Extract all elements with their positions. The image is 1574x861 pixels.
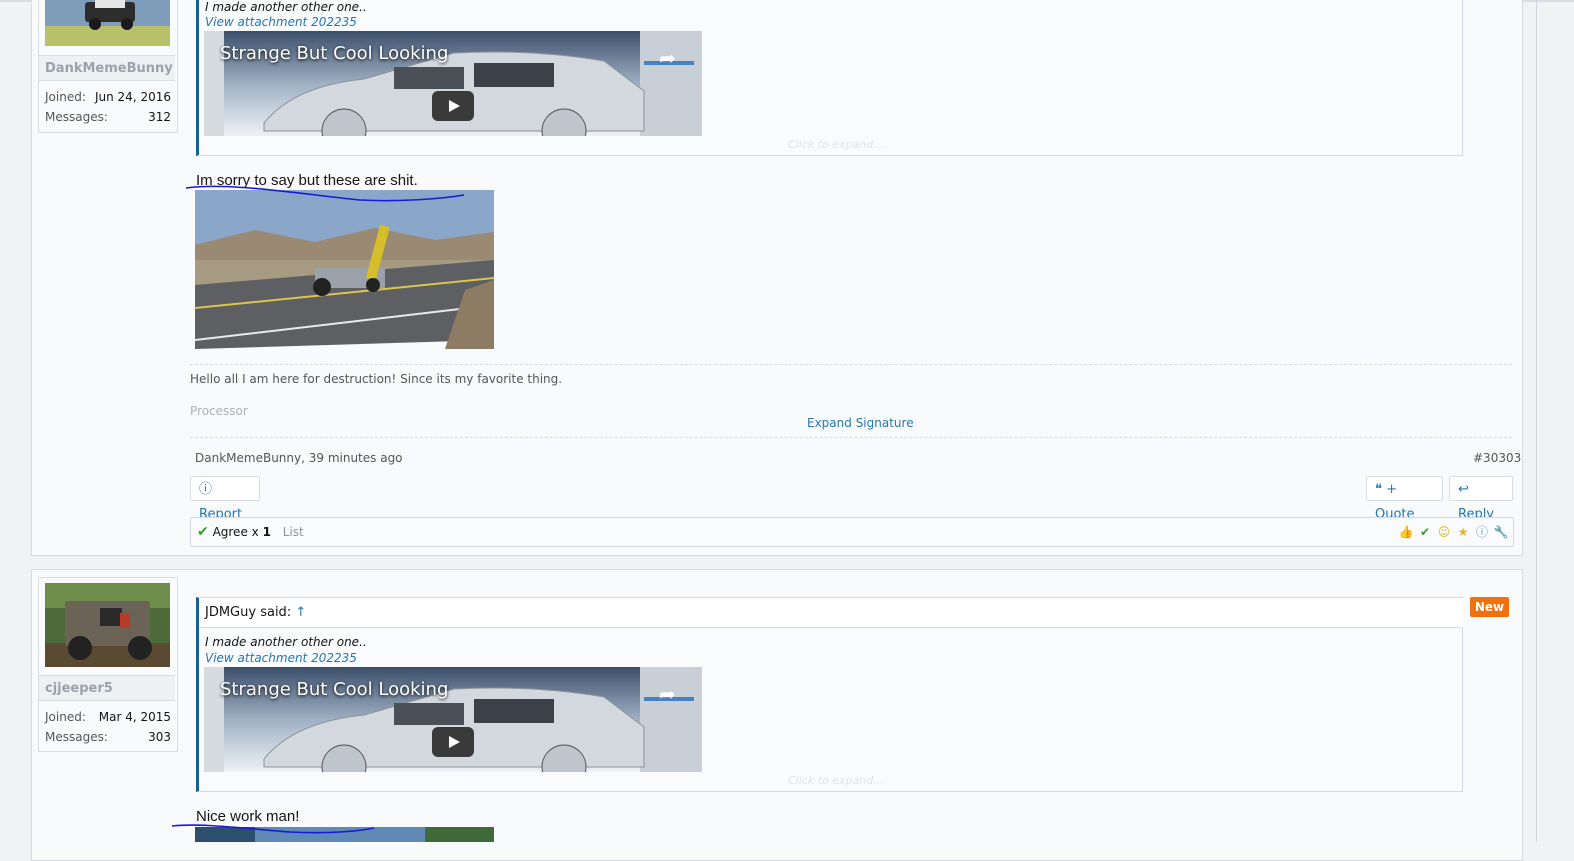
quote-icon: ❝	[1375, 482, 1382, 497]
messages-value[interactable]: 312	[148, 107, 171, 127]
report-button[interactable]: ⓘ Report	[190, 476, 260, 522]
wrench-icon[interactable]: 🔧	[1493, 524, 1509, 540]
thumbs-up-icon[interactable]: 👍	[1398, 524, 1414, 540]
quote-jump-icon[interactable]: ↑	[295, 605, 306, 620]
messages-label: Messages:	[45, 110, 108, 124]
quote-text: I made another other one..	[205, 635, 367, 649]
joined-value: Mar 4, 2015	[98, 710, 171, 724]
agree-check-icon: ✔	[197, 524, 209, 540]
click-to-expand[interactable]: Click to expand...	[788, 774, 884, 787]
avatar[interactable]	[45, 583, 170, 667]
post-meta[interactable]: DankMemeBunny, 39 minutes ago	[195, 451, 403, 465]
attachment-link[interactable]: View attachment 202235	[205, 15, 357, 29]
signature-divider-bottom	[190, 437, 1512, 438]
quote-text: I made another other one..	[205, 0, 367, 14]
funny-icon[interactable]: ☺	[1436, 524, 1452, 540]
info-icon[interactable]: ⓘ	[1474, 524, 1490, 540]
page-edge	[1536, 0, 1537, 842]
messages-label: Messages:	[45, 730, 108, 744]
click-to-expand[interactable]: Click to expand...	[788, 138, 884, 151]
joined-label: Joined:	[45, 90, 86, 104]
play-icon[interactable]	[432, 727, 474, 757]
messages-row: Messages: 303	[45, 727, 171, 747]
report-info-icon: ⓘ	[199, 482, 213, 497]
reply-button[interactable]: ↩ Reply	[1449, 476, 1513, 522]
signature-text: Hello all I am here for destruction! Sin…	[190, 372, 563, 386]
signature-faint-text: Processor	[190, 404, 248, 418]
rating-icons: 👍 ✔ ☺ ★ ⓘ 🔧	[1398, 524, 1509, 540]
post-permalink[interactable]: #30303	[1473, 451, 1521, 465]
joined-label: Joined:	[45, 710, 86, 724]
message-text: Im sorry to say but these are shit.	[196, 172, 418, 189]
attachment-link[interactable]: View attachment 202235	[205, 651, 357, 665]
agree-label: Agree x	[212, 525, 263, 539]
agree-summary: ✔ Agree x 1 List	[197, 518, 304, 546]
video-embed[interactable]: Strange But Cool Looking ➦	[204, 31, 702, 136]
likes-bar: ✔ Agree x 1 List 👍 ✔ ☺ ★ ⓘ 🔧	[190, 517, 1514, 547]
attached-image[interactable]	[195, 190, 494, 349]
check-icon[interactable]: ✔	[1417, 524, 1433, 540]
avatar[interactable]	[45, 0, 170, 46]
play-icon[interactable]	[432, 91, 474, 121]
expand-signature-link[interactable]: Expand Signature	[807, 416, 914, 430]
quote-header: JDMGuy said: ↑	[199, 598, 1463, 628]
award-icon[interactable]: ★	[1455, 524, 1471, 540]
quote-author[interactable]: JDMGuy said:	[205, 605, 291, 620]
messages-row: Messages: 312	[45, 107, 171, 127]
joined-row: Joined: Mar 4, 2015	[45, 707, 171, 727]
share-icon[interactable]: ➦	[659, 682, 676, 706]
username[interactable]: DankMemeBunny	[39, 55, 175, 81]
agree-count[interactable]: 1	[263, 525, 271, 539]
video-title: Strange But Cool Looking	[220, 679, 449, 700]
attached-image-picture	[195, 827, 494, 842]
attached-image[interactable]	[195, 827, 494, 842]
joined-row: Joined: Jun 24, 2016	[45, 87, 171, 107]
avatar-image	[45, 0, 170, 46]
attached-image-picture	[195, 190, 494, 349]
video-embed[interactable]: Strange But Cool Looking ➦	[204, 667, 702, 772]
messages-value[interactable]: 303	[148, 727, 171, 747]
new-badge: New	[1470, 597, 1509, 617]
list-link[interactable]: List	[283, 525, 304, 539]
avatar-image	[45, 583, 170, 667]
share-icon[interactable]: ➦	[659, 46, 676, 70]
joined-value: Jun 24, 2016	[94, 90, 171, 104]
reply-icon: ↩	[1458, 482, 1469, 497]
username[interactable]: cjjeeper5	[39, 675, 175, 701]
video-title: Strange But Cool Looking	[220, 43, 449, 64]
signature-divider-top	[190, 364, 1512, 365]
message-text: Nice work man!	[196, 808, 300, 825]
quote-button[interactable]: ❝ + Quote	[1366, 476, 1443, 522]
